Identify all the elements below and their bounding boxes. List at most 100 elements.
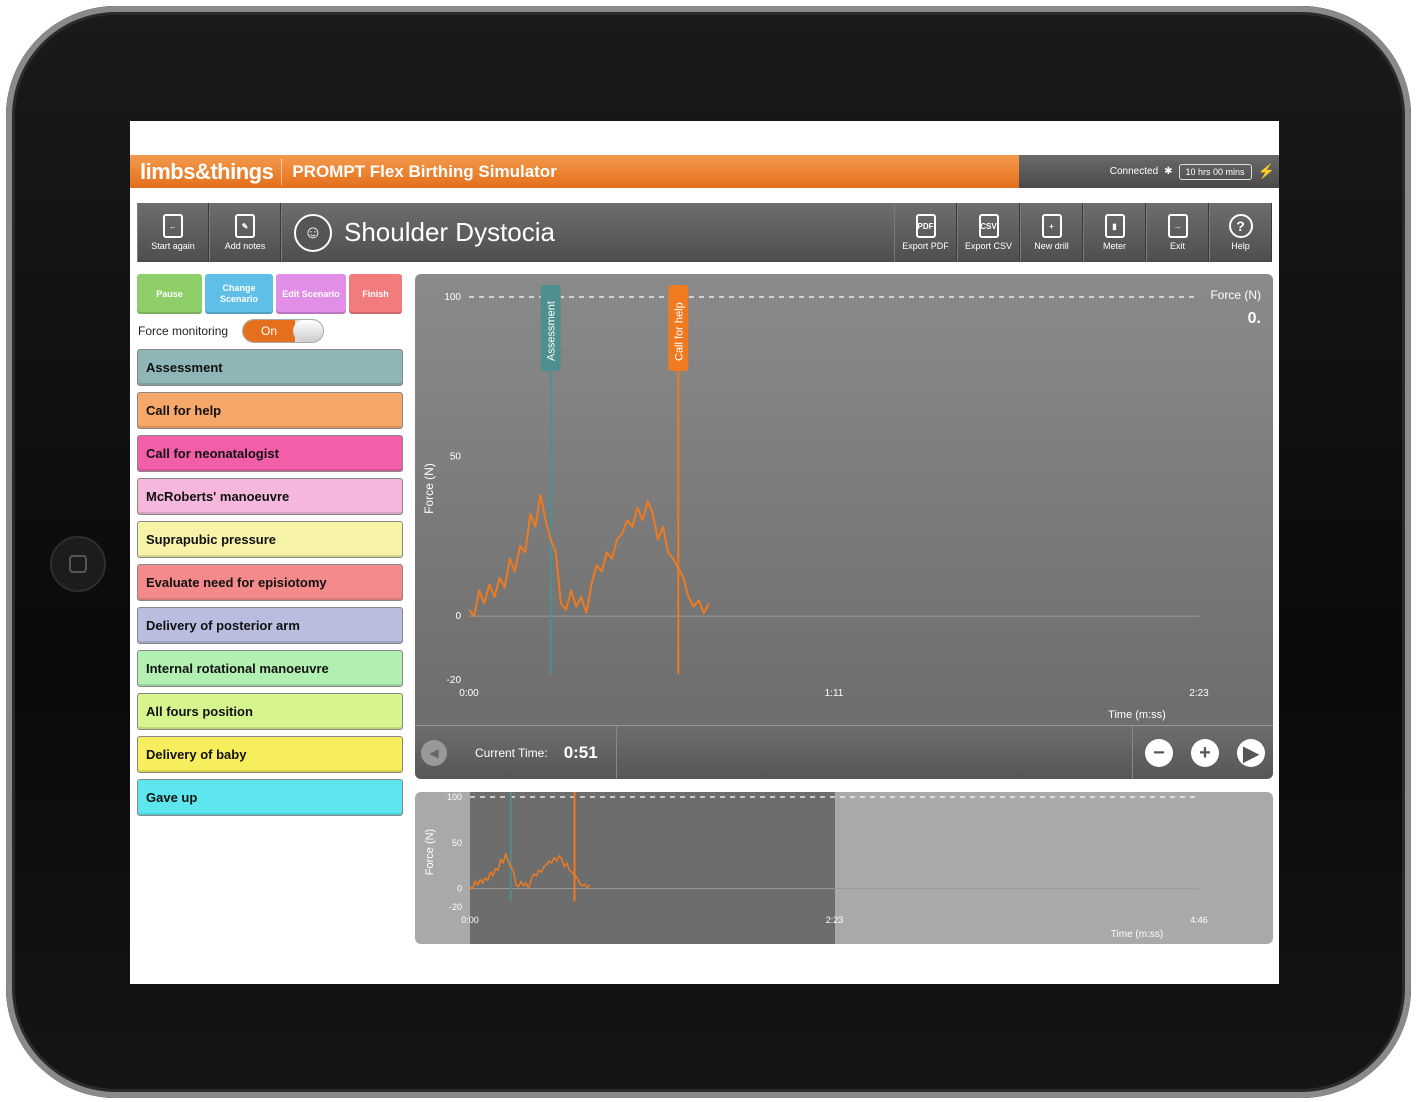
divider [281,158,283,185]
zoom-in-button[interactable]: + [1191,739,1219,767]
y-tick-label: -20 [447,675,462,686]
action-button[interactable]: McRoberts' manoeuvre [137,478,403,515]
x-axis-label: Time (m:ss) [1111,929,1163,940]
x-tick-label: 0:00 [459,688,479,699]
action-button[interactable]: Delivery of posterior arm [137,607,403,644]
action-button[interactable]: Internal rotational manoeuvre [137,650,403,687]
pdf-file-icon: PDF [915,214,936,238]
event-marker-label: Assessment [546,301,558,361]
battery-indicator: 10 hrs 00 mins [1178,163,1252,180]
overview-chart-svg: Force (N) 100 50 0 -20 0:00 2:23 4:46 Time (m:ss… [424,792,1208,944]
exit-button[interactable]: → Exit [1146,203,1209,262]
pencil-icon: ✎ [235,214,255,238]
scenario-header: ☺ Shoulder Dystocia [281,203,894,262]
action-button[interactable]: Gave up [137,779,403,816]
x-tick-label: 2:23 [1189,688,1209,699]
header-bar: limbs&things PROMPT Flex Birthing Simula… [130,155,1279,188]
x-tick-label: 1:11 [825,688,844,699]
export-csv-button[interactable]: CSV Export CSV [957,203,1020,262]
y-tick-label: 100 [444,292,461,303]
action-button[interactable]: Call for help [137,392,403,429]
force-readout: Force (N) 0. [1210,288,1261,328]
force-monitoring-label: Force monitoring [138,324,229,338]
help-icon: ? [1228,214,1253,238]
export-pdf-button[interactable]: PDF Export PDF [894,203,957,262]
connection-status: Connected [1109,166,1159,177]
action-button[interactable]: Evaluate need for episiotomy [137,564,403,601]
rewind-button[interactable]: ◀ [421,739,447,766]
action-list: Assessment Call for help Call for neonatal… [137,349,403,822]
start-again-icon: ← [163,214,183,238]
finish-button[interactable]: Finish [349,274,402,314]
y-tick-label: 0 [457,884,462,894]
new-drill-button[interactable]: + New drill [1020,203,1083,262]
divider [615,725,617,779]
new-file-icon: + [1041,214,1062,238]
meter-label: Meter [1102,241,1126,251]
export-csv-label: Export CSV [964,241,1013,251]
y-tick-label: 0 [455,611,461,622]
scenario-title: Shoulder Dystocia [344,217,555,247]
exit-label: Exit [1169,241,1185,251]
overview-chart[interactable]: Force (N) 100 50 0 -20 0:00 2:23 4:46 Time (m:ss… [415,792,1273,944]
y-tick-label: 50 [452,838,462,848]
y-axis-label: Force (N) [424,829,436,875]
home-button[interactable] [50,536,106,592]
force-series-line [468,493,710,618]
chart-footer: ◀ Current Time: 0:51 − + ▶ [415,725,1273,779]
action-button[interactable]: Delivery of baby [137,736,403,773]
bluetooth-icon: ✱ [1164,166,1173,177]
help-label: Help [1231,241,1250,251]
action-button[interactable]: Suprapubic pressure [137,521,403,558]
toggle-state: On [243,320,296,342]
current-time-label: Current Time: [475,745,548,760]
force-monitoring-row: Force monitoring On [138,319,325,343]
force-readout-label: Force (N) [1210,288,1261,302]
pause-button[interactable]: Pause [137,274,202,314]
exit-icon: → [1167,214,1188,238]
zoom-out-button[interactable]: − [1145,739,1173,767]
force-chart: Force (N) 100 50 0 -20 0:00 1:11 2:23 Time (m:ss… [415,274,1273,779]
current-time-value: 0:51 [563,742,598,762]
force-chart-svg: Force (N) 100 50 0 -20 0:00 1:11 2:23 Time (m:ss… [422,285,1209,721]
x-tick-label: 0:00 [461,915,479,925]
play-button[interactable]: ▶ [1237,739,1265,767]
y-tick-label: -20 [449,902,462,912]
status-area: Connected ✱ 10 hrs 00 mins ⚡ [1019,155,1279,188]
add-notes-button[interactable]: ✎ Add notes [209,203,281,262]
y-axis-label: Force (N) [422,463,436,514]
add-notes-label: Add notes [224,241,266,251]
new-drill-label: New drill [1034,241,1069,251]
toolbar-actions: PDF Export PDF CSV Export CSV + New dril… [894,203,1272,262]
edit-scenario-button[interactable]: Edit Scenario [276,274,346,314]
app-title: PROMPT Flex Birthing Simulator [292,161,557,181]
x-tick-label: 4:46 [1190,915,1208,925]
logo: limbs&things [140,158,274,184]
y-tick-label: 100 [447,792,462,802]
charging-icon: ⚡ [1257,163,1275,179]
app-screen: limbs&things PROMPT Flex Birthing Simula… [130,121,1279,984]
x-tick-label: 2:23 [826,915,844,925]
force-readout-value: 0. [1247,310,1261,327]
y-tick-label: 50 [450,452,462,463]
baby-icon: ☺ [294,213,332,252]
help-button[interactable]: ? Help [1209,203,1272,262]
home-square-icon [69,555,87,573]
start-again-label: Start again [151,241,195,251]
meter-icon: ▮ [1104,214,1125,238]
overview-window [470,792,835,944]
action-button[interactable]: Call for neonatalogist [137,435,403,472]
playback-controls: − + ▶ [1132,726,1273,779]
action-button[interactable]: Assessment [137,349,403,386]
export-pdf-label: Export PDF [902,241,949,251]
start-again-button[interactable]: ← Start again [137,203,209,262]
toolbar: ← Start again ✎ Add notes ☺ Shoulder Dys… [137,203,1272,262]
force-monitoring-toggle[interactable]: On [242,319,325,343]
action-button[interactable]: All fours position [137,693,403,730]
x-axis-label: Time (m:ss) [1108,709,1166,721]
toggle-knob [293,320,324,342]
meter-button[interactable]: ▮ Meter [1083,203,1146,262]
event-marker-label: Call for help [673,302,685,361]
csv-file-icon: CSV [978,214,999,238]
change-scenario-button[interactable]: Change Scenario [205,274,273,314]
